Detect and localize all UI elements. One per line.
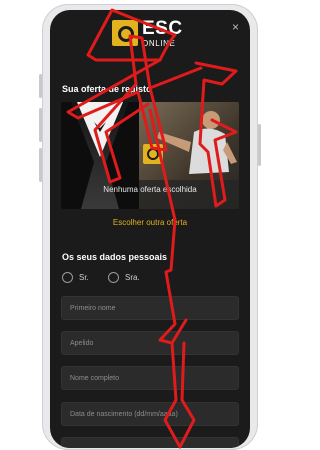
full-name-placeholder: Nome completo: [70, 374, 120, 382]
phone-volume-down: [39, 148, 42, 182]
birth-date-field[interactable]: Data de nascimento (dd/mm/aaaa): [61, 402, 239, 426]
radio-sr-circle-icon[interactable]: [62, 272, 73, 283]
birth-date-placeholder: Data de nascimento (dd/mm/aaaa): [70, 410, 178, 418]
full-name-field[interactable]: Nome completo: [61, 366, 239, 390]
logo-esc-text: ESC: [142, 18, 183, 39]
offer-section-title: Sua oferta de registo: [62, 84, 152, 94]
registration-screen: ESC ONLINE × Sua oferta de registo Nenhu…: [50, 10, 250, 448]
banner-logo-icon: [143, 144, 163, 164]
logo-online-text: ONLINE: [142, 39, 176, 48]
surname-placeholder: Apelido: [70, 339, 94, 347]
next-field[interactable]: [61, 437, 239, 448]
radio-sra-circle-icon[interactable]: [108, 272, 119, 283]
esc-online-logo: ESC ONLINE: [112, 18, 182, 54]
close-icon[interactable]: ×: [232, 20, 239, 34]
phone-side-button: [39, 74, 42, 98]
no-offer-text: Nenhuma oferta escolhida: [103, 185, 197, 194]
offer-banner[interactable]: Nenhuma oferta escolhida: [61, 102, 239, 209]
personal-data-title: Os seus dados pessoais: [62, 252, 168, 262]
phone-volume-up: [39, 108, 42, 142]
surname-field[interactable]: Apelido: [61, 331, 239, 355]
first-name-field[interactable]: Primeiro nome: [61, 296, 239, 320]
choose-other-offer-link[interactable]: Escolher outra oferta: [50, 218, 250, 227]
first-name-placeholder: Primeiro nome: [70, 304, 116, 312]
radio-sra-label: Sra.: [125, 273, 140, 282]
radio-sr[interactable]: Sr.: [62, 272, 89, 283]
phone-power-button: [258, 124, 261, 166]
phone-frame: ESC ONLINE × Sua oferta de registo Nenhu…: [39, 4, 261, 450]
radio-sra[interactable]: Sra.: [108, 272, 140, 283]
radio-sr-label: Sr.: [79, 273, 89, 282]
logo-mark-icon: [112, 20, 138, 46]
